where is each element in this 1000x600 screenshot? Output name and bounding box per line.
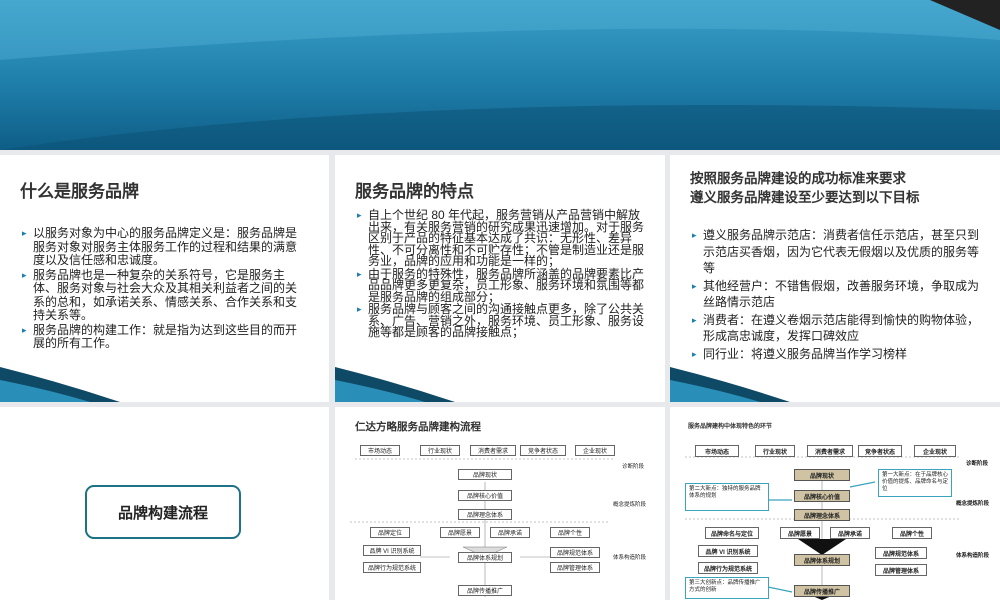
stage-label: 诊断阶段 — [622, 464, 645, 470]
right-box: 品牌管理体系 — [550, 562, 600, 573]
top-box: 企业现状 — [575, 445, 615, 456]
innovation-note-2: 第二大新点：独特的服务品牌体系的规划 — [685, 483, 769, 511]
center-box: 品牌传播推广 — [458, 585, 512, 596]
brand-process-button[interactable]: 品牌构建流程 — [85, 485, 241, 539]
mid-box: 品牌个性 — [892, 527, 932, 539]
right-box: 品牌管理体系 — [875, 564, 927, 576]
bullet-item: 由于服务的特殊性，服务品牌所涵盖的品牌要素比产品品牌更多更复杂，员工形象、服务环… — [357, 268, 647, 304]
right-box: 品牌规范体系 — [875, 547, 927, 559]
stage-label: 体系构造阶段 — [956, 553, 990, 559]
stage-label: 诊断阶段 — [966, 461, 989, 467]
bullet-item: 遵义服务品牌示范店：消费者信任示范店，甚至只到示范店买香烟，因为它代表无假烟以及… — [692, 227, 982, 277]
top-box: 企业现状 — [914, 445, 956, 457]
center-box: 品牌理念体系 — [458, 509, 512, 520]
mid-box: 品牌个性 — [550, 527, 590, 538]
slide-brand-build-process[interactable]: 品牌构建流程 — [0, 407, 329, 600]
slide-zunyi-brand-goals[interactable]: 按照服务品牌建设的成功标准来要求 遵义服务品牌建设至少要达到以下目标 遵义服务品… — [670, 155, 1000, 402]
bullet-item: 服务品牌也是一种复杂的关系符号，它是服务主体、服务对象与社会大众及其相关利益者之… — [22, 268, 307, 323]
slide-service-brand-features[interactable]: 服务品牌的特点 自上个世纪 80 年代起，服务营销从产品营销中解放出来，有关服务… — [335, 155, 665, 402]
slide-title: 服务品牌的特点 — [355, 182, 474, 201]
bullet-item: 服务品牌的构建工作：就是指为达到这些目的而开展的所有工作。 — [22, 323, 307, 351]
bullet-list: 遵义服务品牌示范店：消费者信任示范店，甚至只到示范店买香烟，因为它代表无假烟以及… — [692, 227, 982, 363]
corner-swoosh — [0, 367, 120, 402]
mid-box: 品牌命名与定位 — [705, 527, 759, 539]
top-banner — [0, 0, 1000, 150]
slide-what-is-service-brand[interactable]: 什么是服务品牌 以服务对象为中心的服务品牌定义是：服务品牌是服务对象对服务主体服… — [0, 155, 329, 402]
left-box: 品牌行为规范系统 — [363, 562, 421, 573]
title-line-2: 遵义服务品牌建设至少要达到以下目标 — [690, 190, 920, 205]
center-box: 品牌现状 — [458, 469, 512, 480]
mid-box: 品牌定位 — [370, 527, 410, 538]
corner-swoosh — [335, 367, 455, 402]
slide-brand-feature-flowchart[interactable]: 服务品牌建构中体现特色的环节 市场动态 行业现状 消费者需求 竞争者状态 企业现… — [670, 407, 1000, 600]
right-box: 品牌规范体系 — [550, 547, 600, 558]
stage-label: 体系构造阶段 — [613, 555, 647, 561]
slide-title: 按照服务品牌建设的成功标准来要求 遵义服务品牌建设至少要达到以下目标 — [690, 169, 920, 207]
bullet-item: 其他经营户：不错售假烟，改善服务环境，争取成为丝路情示范店 — [692, 278, 982, 311]
mid-box: 品牌愿景 — [780, 527, 820, 539]
top-box: 消费者需求 — [470, 445, 516, 456]
bullet-item: 同行业：将遵义服务品牌当作学习榜样 — [692, 346, 982, 363]
center-box: 品牌传播推广 — [794, 585, 850, 597]
stage-label: 概念提炼阶段 — [956, 501, 990, 507]
innovation-note-3: 第三大创新点：品牌传播推广方式的创新 — [685, 577, 769, 599]
corner-swoosh — [670, 367, 790, 402]
left-box: 品牌行为规范系统 — [698, 562, 758, 574]
center-box: 品牌体系规划 — [794, 554, 850, 566]
bullet-item: 自上个世纪 80 年代起，服务营销从产品营销中解放出来，有关服务营销的研究成果迅… — [357, 209, 647, 268]
bullet-list: 自上个世纪 80 年代起，服务营销从产品营销中解放出来，有关服务营销的研究成果迅… — [357, 209, 647, 340]
bullet-item: 以服务对象为中心的服务品牌定义是：服务品牌是服务对象对服务主体服务工作的过程和结… — [22, 226, 307, 268]
top-box: 行业现状 — [755, 445, 795, 457]
left-box: 品牌 VI 识别系统 — [698, 545, 758, 557]
center-box: 品牌核心价值 — [458, 490, 512, 501]
mid-box: 品牌愿景 — [440, 527, 480, 538]
top-box: 行业现状 — [420, 445, 460, 456]
top-box: 消费者需求 — [807, 445, 853, 457]
left-box: 品牌 VI 识别系统 — [363, 545, 421, 556]
top-box: 市场动态 — [360, 445, 400, 456]
center-box: 品牌理念体系 — [794, 509, 850, 521]
top-box: 竞争者状态 — [520, 445, 566, 456]
banner-decoration — [0, 0, 1000, 150]
bullet-item: 服务品牌与顾客之间的沟通接触点更多，除了公共关系、广告、营销之外，服务环境、员工… — [357, 303, 647, 339]
stage-label: 概念提炼阶段 — [613, 502, 647, 508]
bullet-list: 以服务对象为中心的服务品牌定义是：服务品牌是服务对象对服务主体服务工作的过程和结… — [22, 226, 307, 352]
center-box: 品牌核心价值 — [794, 490, 850, 502]
mid-box: 品牌承诺 — [830, 527, 870, 539]
center-box: 品牌现状 — [794, 469, 850, 481]
slide-title: 什么是服务品牌 — [20, 182, 139, 201]
bullet-item: 消费者：在遵义卷烟示范店能得到愉快的购物体验，形成高忠诚度，发挥口碑效应 — [692, 312, 982, 345]
innovation-note-1: 第一大新点：在于品牌核心价值的提炼、品牌命名与定位 — [878, 469, 952, 497]
mid-box: 品牌承诺 — [490, 527, 530, 538]
slide-renda-flowchart[interactable]: 仁达方略服务品牌建构流程 市场动态 行业现状 消费者需求 竞争者状态 企业现状 … — [335, 407, 665, 600]
top-box: 市场动态 — [695, 445, 739, 457]
top-box: 竞争者状态 — [858, 445, 902, 457]
title-line-1: 按照服务品牌建设的成功标准来要求 — [690, 171, 906, 186]
center-box: 品牌体系规划 — [458, 552, 512, 563]
